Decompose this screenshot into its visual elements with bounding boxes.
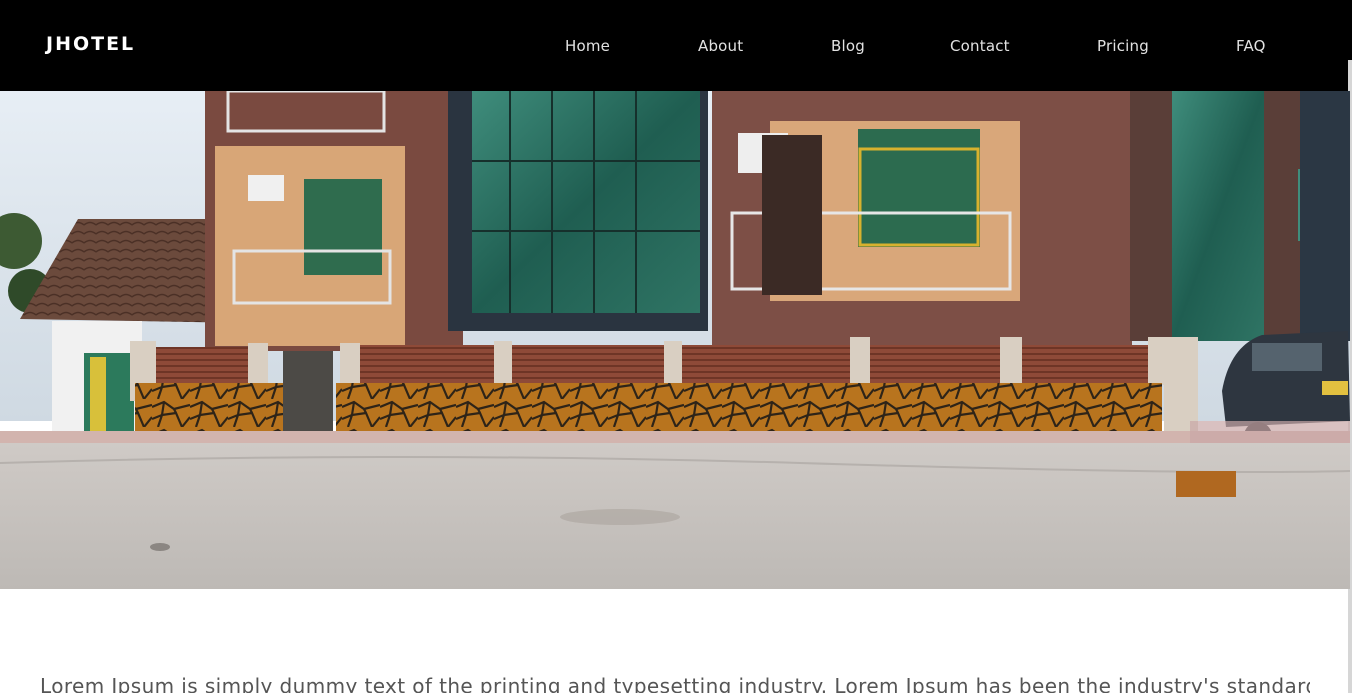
nav-link-home[interactable]: Home: [565, 37, 610, 55]
brand-logo[interactable]: JHOTEL: [46, 33, 135, 55]
nav-link-pricing[interactable]: Pricing: [1097, 37, 1149, 55]
top-navbar: JHOTEL Home About Blog Contact Pricing F…: [0, 0, 1352, 91]
nav-link-contact[interactable]: Contact: [950, 37, 1010, 55]
nav-link-blog[interactable]: Blog: [831, 37, 865, 55]
hotel-building-photo: [0, 91, 1350, 589]
nav-link-about[interactable]: About: [698, 37, 743, 55]
hero-image: [0, 91, 1350, 589]
nav-link-faq[interactable]: FAQ: [1236, 37, 1266, 55]
intro-paragraph: Lorem Ipsum is simply dummy text of the …: [40, 674, 1310, 693]
